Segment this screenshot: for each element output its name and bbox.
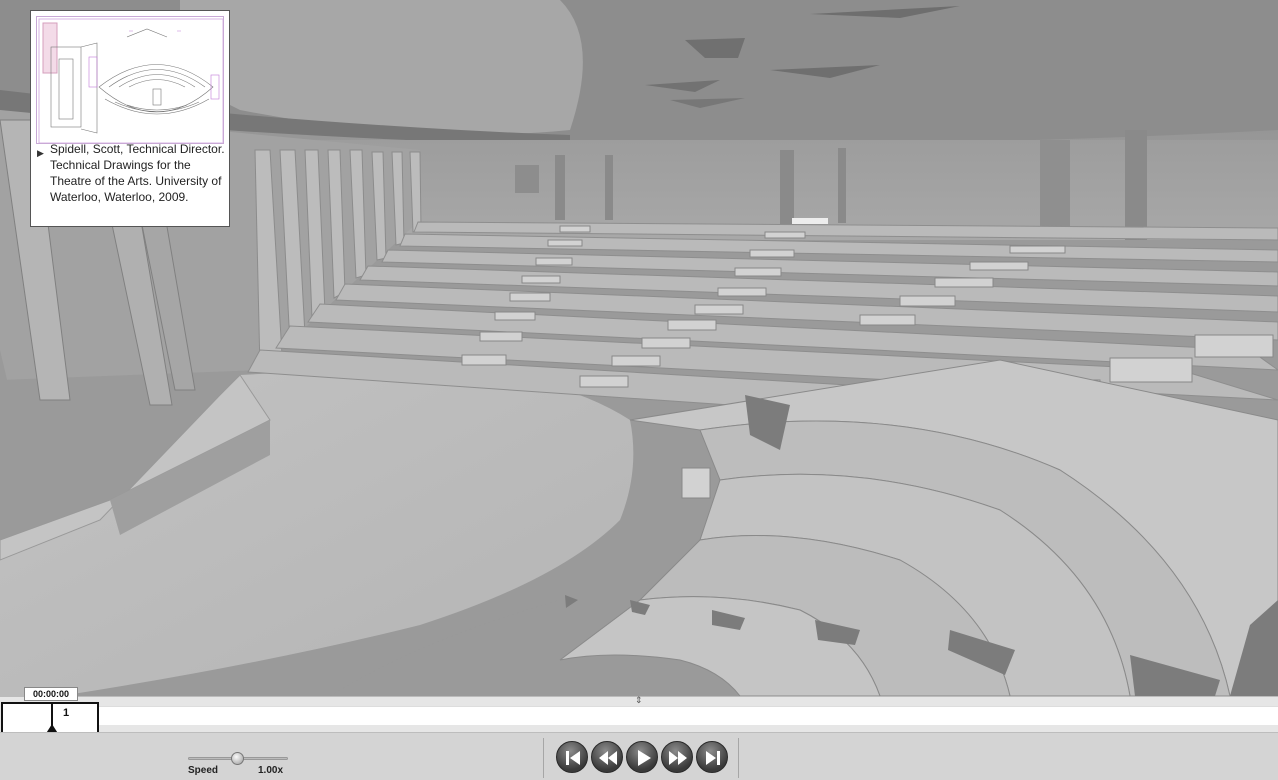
rewind-button[interactable] [591, 741, 623, 773]
skip-back-icon [566, 751, 580, 765]
splitter-handle-icon[interactable]: ⇕ [635, 696, 643, 705]
go-to-start-button[interactable] [556, 741, 588, 773]
playback-controls: Speed 1.00x [0, 732, 1278, 780]
reference-card: ▶ Spidell, Scott, Technical Director. Te… [30, 10, 230, 227]
fast-forward-button[interactable] [661, 741, 693, 773]
timeline-track[interactable] [99, 706, 1278, 725]
technical-drawing-thumbnail[interactable] [36, 16, 224, 144]
reference-caption: Spidell, Scott, Technical Director. Tech… [50, 142, 225, 204]
current-time-label: 00:00:00 [24, 687, 78, 701]
speed-label: Speed [188, 765, 219, 776]
speed-value: 1.00x [258, 765, 284, 776]
disclosure-triangle-icon[interactable]: ▶ [37, 148, 44, 159]
go-to-end-button[interactable] [696, 741, 728, 773]
skip-forward-icon [706, 751, 720, 765]
speed-slider-knob[interactable] [231, 752, 244, 765]
timeline[interactable]: ⇕ 1 00:00:00 [0, 687, 1278, 738]
play-button[interactable] [626, 741, 658, 773]
transport-buttons [543, 738, 739, 778]
animation-viewer-window: ▶ Spidell, Scott, Technical Director. Te… [0, 0, 1278, 780]
keyframe-number: 1 [63, 707, 70, 719]
fast-forward-icon [669, 751, 687, 765]
play-icon [638, 750, 651, 766]
rewind-icon [599, 751, 617, 765]
